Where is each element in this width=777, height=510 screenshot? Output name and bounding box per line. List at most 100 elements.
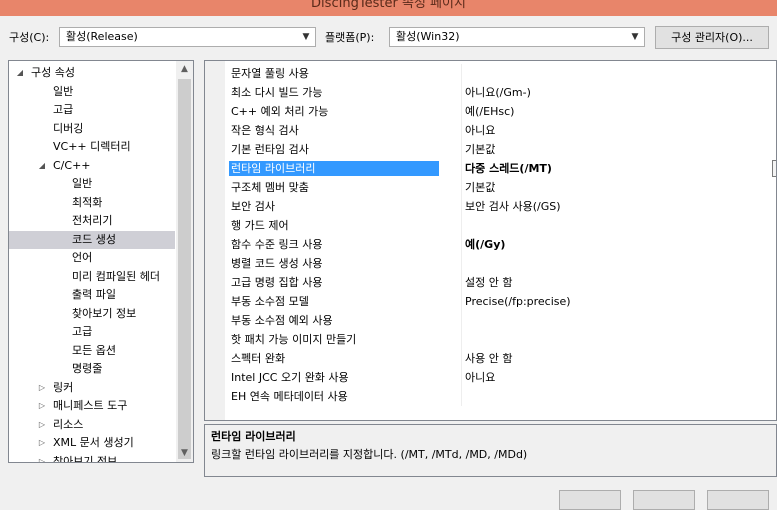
property-name: 구조체 멤버 맞춤 bbox=[231, 181, 309, 194]
tree-item[interactable]: 최적화 bbox=[9, 194, 175, 212]
property-row[interactable]: 부동 소수점 모델 Precise(/fp:precise) bbox=[225, 292, 776, 311]
property-value[interactable]: 다중 스레드(/MT) bbox=[465, 161, 552, 176]
property-row[interactable]: C++ 예외 처리 가능 예(/EHsc) bbox=[225, 102, 776, 121]
description-panel: 런타임 라이브러리 링크할 런타임 라이브러리를 지정합니다. (/MT, /M… bbox=[204, 424, 777, 477]
tree-item[interactable]: 언어 bbox=[9, 249, 175, 267]
property-row[interactable]: EH 연속 메타데이터 사용 bbox=[225, 387, 776, 406]
config-manager-button[interactable]: 구성 관리자(O)... bbox=[655, 26, 769, 49]
property-row[interactable]: 기본 런타임 검사 기본값 bbox=[225, 140, 776, 159]
platform-dropdown[interactable]: 활성(Win32) ▼ bbox=[389, 27, 645, 47]
tree-item-label: 디버깅 bbox=[53, 121, 84, 135]
tree-item[interactable]: 출력 파일 bbox=[9, 286, 175, 304]
property-row[interactable]: Intel JCC 오기 완화 사용 아니요 bbox=[225, 368, 776, 387]
tree-item[interactable]: ▷ XML 문서 생성기 bbox=[9, 434, 175, 452]
tree-item[interactable]: 코드 생성 bbox=[9, 230, 175, 249]
expand-arrow-icon[interactable]: ▷ bbox=[37, 379, 47, 397]
tree-item-label: C/C++ bbox=[53, 158, 91, 172]
platform-dropdown-value: 활성(Win32) bbox=[396, 30, 460, 43]
property-row[interactable]: 스펙터 완화 사용 안 함 bbox=[225, 349, 776, 368]
property-row[interactable]: 보안 검사 보안 검사 사용(/GS) bbox=[225, 197, 776, 216]
property-row[interactable]: 최소 다시 빌드 가능 아니요(/Gm-) bbox=[225, 83, 776, 102]
property-value: 기본값 bbox=[465, 181, 496, 194]
tree-item[interactable]: ▷ 리소스 bbox=[9, 416, 175, 434]
tree-item[interactable]: 디버깅 bbox=[9, 120, 175, 138]
property-row[interactable]: 문자열 풀링 사용 bbox=[225, 64, 776, 83]
column-divider bbox=[461, 330, 462, 349]
property-value: 아니요(/Gm-) bbox=[465, 86, 531, 99]
property-row[interactable]: 함수 수준 링크 사용 예(/Gy) bbox=[225, 235, 776, 254]
collapse-arrow-icon[interactable]: ◢ bbox=[37, 157, 47, 175]
tree-item[interactable]: ▷ 찾아보기 정보 bbox=[9, 453, 175, 463]
tree-item[interactable]: 고급 bbox=[9, 101, 175, 119]
scroll-thumb[interactable] bbox=[178, 79, 191, 459]
column-divider bbox=[461, 349, 462, 368]
property-row[interactable]: 구조체 멤버 맞춤 기본값 bbox=[225, 178, 776, 197]
property-row[interactable]: 행 가드 제어 bbox=[225, 216, 776, 235]
tree-item[interactable]: 미리 컴파일된 헤더 bbox=[9, 268, 175, 286]
tree-item-label: 구성 속성 bbox=[31, 66, 75, 79]
column-divider bbox=[461, 140, 462, 159]
config-dropdown-value: 활성(Release) bbox=[66, 30, 138, 43]
tree-item-label: 최적화 bbox=[72, 195, 103, 209]
property-row[interactable]: 부동 소수점 예외 사용 bbox=[225, 311, 776, 330]
tree-item-label: VC++ 디렉터리 bbox=[53, 140, 131, 153]
tree-item[interactable]: 일반 bbox=[9, 175, 175, 193]
tree-item-label: 매니페스트 도구 bbox=[53, 399, 128, 412]
column-divider bbox=[461, 121, 462, 140]
property-name: 핫 패치 가능 이미지 만들기 bbox=[231, 333, 357, 346]
column-divider bbox=[461, 254, 462, 273]
tree-item[interactable]: VC++ 디렉터리 bbox=[9, 138, 175, 156]
column-divider bbox=[461, 273, 462, 292]
property-name: 부동 소수점 예외 사용 bbox=[231, 314, 333, 327]
expand-arrow-icon[interactable]: ▷ bbox=[37, 397, 47, 415]
tree-item-label: 언어 bbox=[72, 251, 93, 264]
tree-item[interactable]: ▷ 매니페스트 도구 bbox=[9, 397, 175, 415]
grid-gutter bbox=[205, 61, 225, 420]
expand-arrow-icon[interactable]: ▷ bbox=[37, 416, 47, 434]
property-name: 작은 형식 검사 bbox=[231, 124, 299, 137]
tree-item[interactable]: ◢ 구성 속성 bbox=[9, 64, 175, 82]
column-divider bbox=[461, 368, 462, 387]
property-row[interactable]: 고급 명령 집합 사용 설정 안 함 bbox=[225, 273, 776, 292]
config-dropdown[interactable]: 활성(Release) ▼ bbox=[59, 27, 316, 47]
property-name: 런타임 라이브러리 bbox=[229, 161, 439, 176]
column-divider bbox=[461, 387, 462, 406]
tree-item[interactable]: ◢ C/C++ bbox=[9, 157, 175, 175]
tree-item[interactable]: 명령줄 bbox=[9, 360, 175, 378]
chevron-down-icon[interactable]: ▼ bbox=[772, 160, 776, 177]
collapse-arrow-icon[interactable]: ◢ bbox=[15, 64, 25, 82]
tree-item[interactable]: 모든 옵션 bbox=[9, 342, 175, 360]
scroll-up-icon[interactable]: ▲ bbox=[176, 61, 193, 78]
tree-scrollbar[interactable]: ▲ ▼ bbox=[176, 61, 193, 462]
property-name: 문자열 풀링 사용 bbox=[231, 67, 309, 80]
column-divider bbox=[461, 292, 462, 311]
configuration-toolbar: 구성(C): 활성(Release) ▼ 플랫폼(P): 활성(Win32) ▼… bbox=[0, 16, 777, 60]
tree-item-label: 고급 bbox=[53, 103, 74, 116]
expand-arrow-icon[interactable]: ▷ bbox=[37, 434, 47, 452]
column-divider bbox=[461, 64, 462, 83]
property-value: 기본값 bbox=[465, 143, 496, 156]
property-row[interactable]: 핫 패치 가능 이미지 만들기 bbox=[225, 330, 776, 349]
tree-item-label: 전처리기 bbox=[72, 214, 113, 227]
property-name: EH 연속 메타데이터 사용 bbox=[231, 390, 348, 403]
column-divider bbox=[461, 102, 462, 121]
tree-item[interactable]: 찾아보기 정보 bbox=[9, 305, 175, 323]
apply-button[interactable] bbox=[707, 490, 769, 510]
property-row[interactable]: 작은 형식 검사 아니요 bbox=[225, 121, 776, 140]
tree-item[interactable]: 전처리기 bbox=[9, 212, 175, 230]
property-row[interactable]: 병렬 코드 생성 사용 bbox=[225, 254, 776, 273]
property-grid: 문자열 풀링 사용최소 다시 빌드 가능 아니요(/Gm-) C++ 예외 처리 가… bbox=[204, 60, 777, 421]
property-name: 스펙터 완화 bbox=[231, 352, 286, 365]
expand-arrow-icon[interactable]: ▷ bbox=[37, 453, 47, 463]
ok-button[interactable] bbox=[559, 490, 621, 510]
tree-item-label: 모든 옵션 bbox=[72, 343, 116, 357]
cancel-button[interactable] bbox=[633, 490, 695, 510]
tree-item[interactable]: 일반 bbox=[9, 83, 175, 101]
property-row[interactable]: 런타임 라이브러리 ▼ 다중 스레드(/MT) bbox=[225, 159, 776, 178]
scroll-down-icon[interactable]: ▼ bbox=[176, 445, 193, 462]
tree-item[interactable]: ▷ 링커 bbox=[9, 379, 175, 397]
tree-item[interactable]: 고급 bbox=[9, 323, 175, 341]
property-tree[interactable]: ◢ 구성 속성 일반 고급 디버깅 VC++ 디렉터리 ◢ C/C++ 일반 최적화 전처리기 코드 … bbox=[8, 60, 194, 463]
tree-item-label: 리소스 bbox=[53, 417, 84, 431]
property-name: 부동 소수점 모델 bbox=[231, 295, 309, 308]
